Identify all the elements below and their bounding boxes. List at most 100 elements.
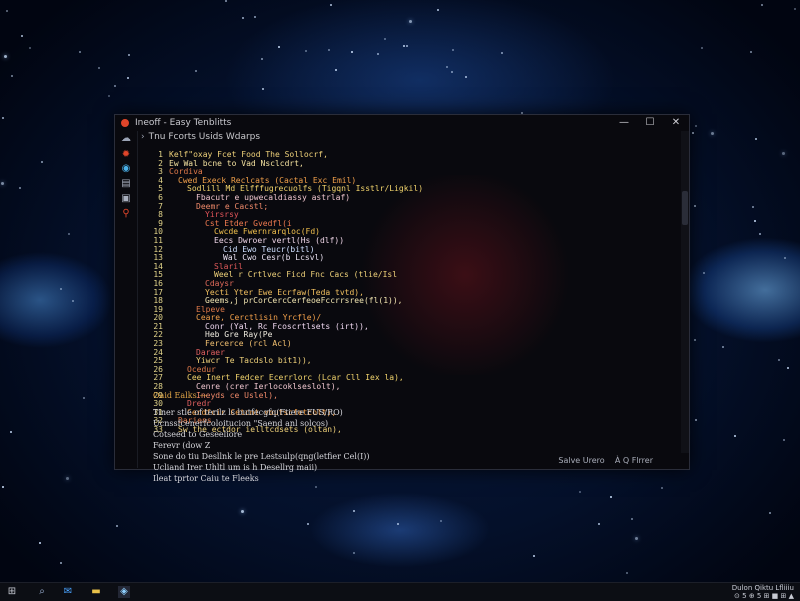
star xyxy=(241,510,244,513)
tray-top-text: Dulon Qiktu Lfliiiu xyxy=(731,584,794,592)
code-text: Fercerce (rcl Acl) xyxy=(205,339,292,349)
star xyxy=(579,491,581,493)
star xyxy=(695,419,697,421)
star xyxy=(409,20,412,23)
code-text: Cenre (crer Ierlocoklseslolt), xyxy=(196,382,341,392)
app-icon[interactable]: ◈ xyxy=(118,586,130,598)
star xyxy=(783,439,785,441)
code-line[interactable]: 25 Yiwcr Te Tacdslo bit1)), xyxy=(149,356,669,366)
star xyxy=(406,45,408,47)
terminal-icon[interactable]: ▣ xyxy=(120,193,132,205)
mail-icon[interactable]: ✉ xyxy=(62,586,74,598)
star xyxy=(353,510,355,512)
code-line[interactable]: 23 Fercerce (rcl Acl) xyxy=(149,339,669,349)
star xyxy=(626,572,628,574)
star xyxy=(446,66,448,68)
star xyxy=(761,4,763,6)
star xyxy=(778,359,780,361)
star xyxy=(242,17,244,19)
code-text: Eecs Dwroer vertl(Hs (dlf)) xyxy=(214,235,345,245)
star xyxy=(598,523,600,525)
output-line: Cotseed to Geseeliore xyxy=(153,430,243,439)
code-text: Ceare, Cerctlisin Yrcfle)/ xyxy=(196,313,322,323)
star xyxy=(694,205,696,207)
star xyxy=(305,50,307,52)
app-logo-icon xyxy=(121,119,129,127)
bug-icon[interactable]: ✹ xyxy=(120,149,132,161)
maximize-button[interactable]: ☐ xyxy=(643,117,657,129)
star xyxy=(794,8,796,10)
star xyxy=(11,75,13,77)
star xyxy=(782,152,785,155)
code-line[interactable]: 18 Geems,j prCorCercCerfeoeFccrrsree(fl(1… xyxy=(149,296,669,306)
star xyxy=(79,51,81,53)
star xyxy=(108,95,110,97)
chat-icon[interactable]: ◉ xyxy=(120,163,132,175)
breadcrumb[interactable]: › Tnu Fcorts Usids Wdarps xyxy=(141,132,260,142)
status-position[interactable]: À Q Flrrer xyxy=(615,456,653,465)
star xyxy=(335,69,337,71)
output-line: Tiner stle of terilz ls butfecgfq(Ftiere… xyxy=(153,408,343,417)
close-button[interactable]: ✕ xyxy=(669,117,683,129)
star xyxy=(384,38,386,40)
activity-sidebar: ☁ ✹ ◉ ▤ ▣ ⚲ xyxy=(115,131,138,468)
scrollbar-thumb[interactable] xyxy=(682,191,688,225)
star xyxy=(437,9,439,11)
star xyxy=(1,182,4,185)
cloud-icon[interactable]: ☁ xyxy=(120,133,132,145)
star xyxy=(755,138,757,140)
star xyxy=(759,233,761,235)
start-icon[interactable]: ⊞ xyxy=(6,586,18,598)
star xyxy=(501,52,503,54)
star xyxy=(631,518,633,520)
star xyxy=(695,125,697,127)
star xyxy=(703,272,705,274)
system-tray[interactable]: Dulon Qiktu Lfliiiu ⊙ 5 ⊕ 5 ⊞ ■ ⊞ ▲ xyxy=(732,584,794,600)
star xyxy=(98,67,100,69)
star xyxy=(353,552,355,554)
star xyxy=(754,220,756,222)
code-text: Geems,j prCorCercCerfeoeFccrrsree(fl(1))… xyxy=(205,296,403,306)
star xyxy=(307,523,309,525)
star xyxy=(262,88,264,90)
star xyxy=(711,132,714,135)
output-line: Ileat tprtor Caiu te Fleeks xyxy=(153,474,259,483)
star xyxy=(784,257,786,259)
minimize-button[interactable]: — xyxy=(617,117,631,129)
star xyxy=(465,76,467,78)
vertical-scrollbar[interactable] xyxy=(681,131,689,453)
star xyxy=(315,486,317,488)
star xyxy=(701,47,703,49)
star xyxy=(66,477,69,480)
title-bar[interactable]: Ineoff - Easy Tenblitts — ☐ ✕ xyxy=(115,115,689,131)
star xyxy=(397,523,399,525)
star xyxy=(692,132,694,134)
star xyxy=(734,435,736,437)
star xyxy=(2,117,4,119)
code-text: Yiwcr Te Tacdslo bit1)), xyxy=(196,356,312,366)
star xyxy=(610,496,612,498)
tray-bottom-text: ⊙ 5 ⊕ 5 ⊞ ■ ⊞ ▲ xyxy=(734,592,794,600)
link-icon[interactable]: ⚲ xyxy=(120,208,132,220)
star xyxy=(21,35,23,37)
star xyxy=(254,16,256,18)
code-text: Cwcde Fwernrarqloc(Fd) xyxy=(214,227,320,237)
star xyxy=(752,206,754,208)
star xyxy=(661,487,663,489)
output-heading: Oaid Ealks — xyxy=(153,391,208,400)
editor-window: Ineoff - Easy Tenblitts — ☐ ✕ ☁ ✹ ◉ ▤ ▣ … xyxy=(114,114,690,483)
star xyxy=(452,49,454,51)
chevron-right-icon: › xyxy=(141,132,145,142)
star xyxy=(694,339,696,341)
star xyxy=(440,520,442,522)
star xyxy=(83,397,85,399)
star xyxy=(225,0,227,2)
search-icon[interactable]: ⌕ xyxy=(36,586,48,598)
star xyxy=(128,54,130,56)
files-icon[interactable]: ▬ xyxy=(90,586,102,598)
star xyxy=(2,486,4,488)
folder-icon[interactable]: ▤ xyxy=(120,178,132,190)
code-text: Yirsrsy xyxy=(205,210,239,220)
star xyxy=(787,367,789,369)
code-line[interactable]: 2 Ew Wal bcne to Vad Nsclcdrt, xyxy=(149,159,669,169)
